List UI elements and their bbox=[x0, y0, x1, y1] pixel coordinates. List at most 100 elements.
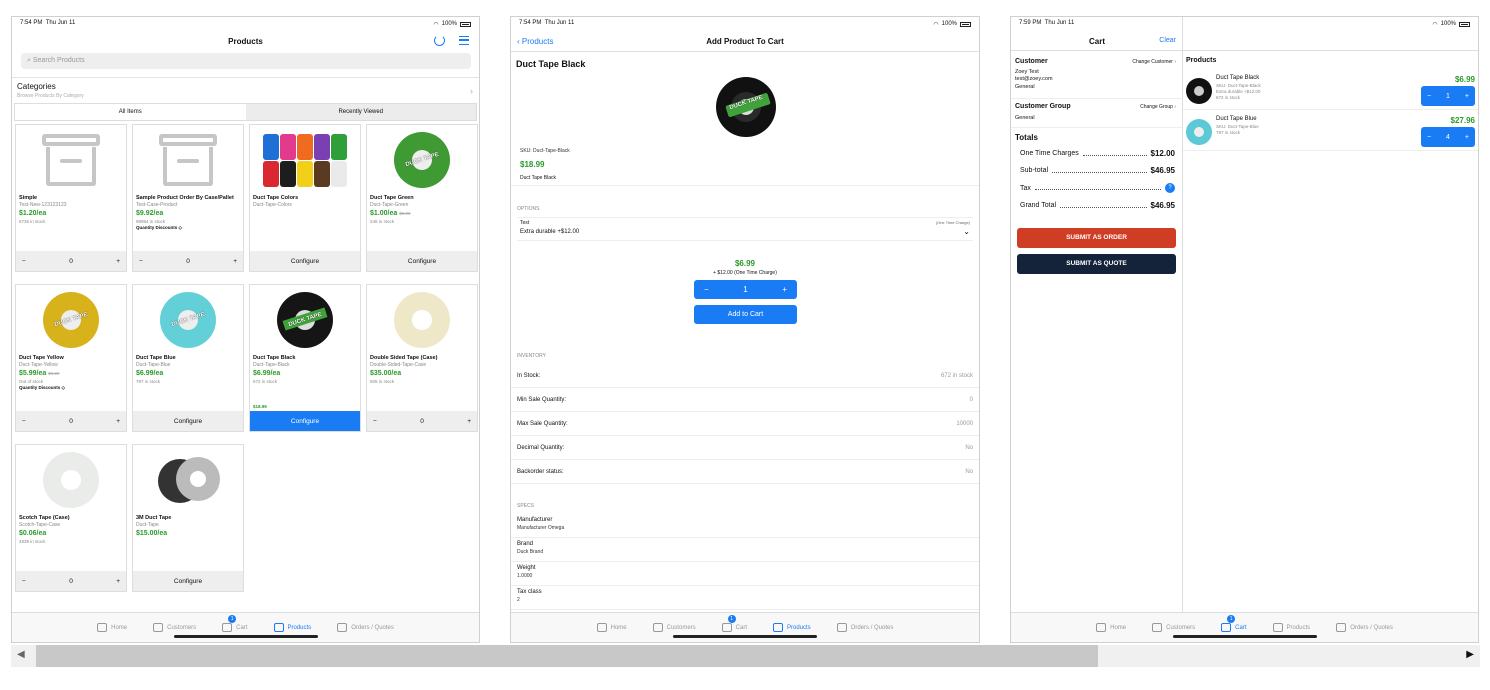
quantity-stepper[interactable]: − 0 + bbox=[16, 571, 126, 591]
minus-button[interactable]: − bbox=[373, 418, 377, 425]
plus-button[interactable]: + bbox=[1465, 134, 1469, 141]
product-card[interactable]: Duct Tape Colors Duct-Tape-Colors Configur… bbox=[249, 124, 361, 272]
chevron-right-icon: › bbox=[470, 86, 473, 96]
minus-button[interactable]: − bbox=[22, 418, 26, 425]
status-day: Thu Jun 11 bbox=[45, 20, 76, 26]
tab-products[interactable]: Products bbox=[773, 623, 811, 632]
plus-button[interactable]: + bbox=[116, 578, 120, 585]
product-card[interactable]: Scotch Tape (Case) Scotch-Tape-Case $0.06/… bbox=[15, 444, 127, 592]
option-select[interactable]: Test (One Time Charge) Extra durable +$1… bbox=[517, 217, 973, 241]
tab-orders[interactable]: Orders / Quotes bbox=[337, 623, 394, 632]
scroll-right-arrow-icon[interactable]: ▶ bbox=[1466, 649, 1474, 660]
product-card[interactable]: Double Sided Tape (Case) Double-Sided-Tap… bbox=[366, 284, 478, 432]
minus-button[interactable]: − bbox=[1427, 134, 1431, 141]
quantity-discounts[interactable]: Quantity Discounts ◇ bbox=[19, 385, 123, 391]
product-card[interactable]: 3M Duct Tape Duct-Tape $15.00/ea Configure bbox=[132, 444, 244, 592]
plus-button[interactable]: + bbox=[116, 258, 120, 265]
tab-all-items[interactable]: All Items bbox=[15, 104, 246, 120]
tab-home[interactable]: Home bbox=[97, 623, 127, 632]
product-price: $6.99/ea bbox=[136, 370, 164, 378]
plus-button[interactable]: + bbox=[467, 418, 471, 425]
inventory-label: Min Sale Quantity: bbox=[517, 396, 567, 403]
total-grand: Grand Total $46.95 bbox=[1020, 201, 1175, 210]
tape-image: DUCK TAPE bbox=[394, 132, 450, 188]
quantity-stepper[interactable]: − 0 + bbox=[367, 411, 477, 431]
quantity-stepper[interactable]: − 0 + bbox=[16, 251, 126, 271]
tab-customers[interactable]: Customers bbox=[153, 623, 196, 632]
options-header: OPTIONS bbox=[517, 206, 540, 212]
submit-order-button[interactable]: SUBMIT AS ORDER bbox=[1017, 228, 1176, 248]
inventory-row: Min Sale Quantity: 0 bbox=[511, 388, 979, 412]
tab-customers[interactable]: Customers bbox=[652, 623, 696, 632]
minus-button[interactable]: − bbox=[22, 578, 26, 585]
search-input[interactable]: ⌕ Search Products bbox=[21, 53, 471, 69]
plus-button[interactable]: + bbox=[1465, 93, 1469, 100]
products-icon bbox=[1272, 623, 1283, 632]
configure-button[interactable]: Configure bbox=[133, 411, 243, 431]
quantity-value: 0 bbox=[186, 257, 190, 265]
product-price: $6.99/ea bbox=[253, 370, 281, 378]
quantity-discounts[interactable]: Quantity Discounts ◇ bbox=[136, 225, 240, 231]
tab-home[interactable]: Home bbox=[596, 623, 627, 632]
horizontal-scrollbar[interactable]: ◀ ▶ bbox=[11, 645, 1480, 667]
configure-button[interactable]: Configure bbox=[250, 251, 360, 271]
product-card[interactable]: DUCK TAPE Duct Tape Black Duct-Tape-Black $… bbox=[249, 284, 361, 432]
total-label: Tax bbox=[1020, 184, 1031, 192]
battery-text: 100% bbox=[441, 21, 457, 27]
tab-home[interactable]: Home bbox=[1096, 623, 1126, 632]
tab-products[interactable]: Products bbox=[1272, 623, 1311, 632]
quantity-stepper[interactable]: − 0 + bbox=[133, 251, 243, 271]
inventory-value: No bbox=[965, 444, 973, 451]
clear-button[interactable]: Clear bbox=[1159, 37, 1176, 44]
product-sku: Duct-Tape bbox=[136, 522, 159, 529]
info-icon[interactable]: ? bbox=[1165, 183, 1175, 193]
minus-button[interactable]: − bbox=[704, 285, 709, 294]
product-card[interactable]: Simple Test-New-123123123 $1.20/ea 6736 in … bbox=[15, 124, 127, 272]
configure-button[interactable]: Configure bbox=[367, 251, 477, 271]
tab-products-label: Products bbox=[1286, 624, 1311, 631]
product-card[interactable]: DUCK TAPE Duct Tape Green Duct-Tape-Green $… bbox=[366, 124, 478, 272]
quantity-stepper[interactable]: − 4 + bbox=[1421, 127, 1475, 147]
change-group-button[interactable]: Change Group › bbox=[1140, 104, 1176, 110]
quantity-stepper[interactable]: − 1 + bbox=[694, 280, 797, 299]
quantity-stepper[interactable]: − 0 + bbox=[16, 411, 126, 431]
configure-button[interactable]: Configure bbox=[133, 571, 243, 591]
change-customer-button[interactable]: Change Customer › bbox=[1132, 59, 1176, 65]
plus-button[interactable]: + bbox=[116, 418, 120, 425]
product-card[interactable]: DUCK TAPE Duct Tape Yellow Duct-Tape-Yello… bbox=[15, 284, 127, 432]
tape-image: DUCK TAPE bbox=[277, 292, 333, 348]
submit-quote-button[interactable]: SUBMIT AS QUOTE bbox=[1017, 254, 1176, 274]
minus-button[interactable]: − bbox=[1427, 93, 1431, 100]
tab-products[interactable]: Products bbox=[273, 623, 311, 632]
list-view-icon[interactable] bbox=[459, 36, 469, 45]
option-label: Test bbox=[520, 220, 530, 226]
tab-customers[interactable]: Customers bbox=[1152, 623, 1195, 632]
plus-button[interactable]: + bbox=[782, 285, 787, 294]
product-name: Duct Tape Black bbox=[516, 59, 586, 69]
product-sku: Duct-Tape-Green bbox=[370, 202, 409, 209]
scroll-left-arrow-icon[interactable]: ◀ bbox=[17, 649, 25, 660]
product-card[interactable]: DUCK TAPE Duct Tape Blue Duct-Tape-Blue $6.… bbox=[132, 284, 244, 432]
tab-orders[interactable]: Orders / Quotes bbox=[836, 623, 893, 632]
plus-button[interactable]: + bbox=[233, 258, 237, 265]
tape-image bbox=[43, 452, 99, 508]
products-header bbox=[1183, 31, 1478, 51]
page-title: Products bbox=[228, 37, 263, 46]
tab-orders[interactable]: Orders / Quotes bbox=[1336, 623, 1393, 632]
tab-cart[interactable]: 1 Cart bbox=[222, 615, 248, 632]
scrollbar-thumb[interactable] bbox=[36, 645, 1098, 667]
tab-cart[interactable]: 1 Cart bbox=[721, 615, 747, 632]
tab-cart[interactable]: 1 Cart bbox=[1221, 615, 1247, 632]
quantity-stepper[interactable]: − 1 + bbox=[1421, 86, 1475, 106]
duct-tape-black-thumbnail bbox=[1186, 78, 1212, 104]
refresh-icon[interactable] bbox=[434, 35, 445, 46]
inventory-label: In Stock: bbox=[517, 372, 541, 379]
minus-button[interactable]: − bbox=[22, 258, 26, 265]
categories-row[interactable]: Categories Browse Products By Category › bbox=[12, 77, 479, 103]
configure-button[interactable]: Configure bbox=[250, 411, 360, 431]
minus-button[interactable]: − bbox=[139, 258, 143, 265]
product-card[interactable]: Sample Product Order By Case/Pallet Test-… bbox=[132, 124, 244, 272]
add-to-cart-button[interactable]: Add to Cart bbox=[694, 305, 797, 324]
tab-recently-viewed[interactable]: Recently Viewed bbox=[246, 104, 477, 120]
customer-group-small: General bbox=[1015, 83, 1035, 90]
